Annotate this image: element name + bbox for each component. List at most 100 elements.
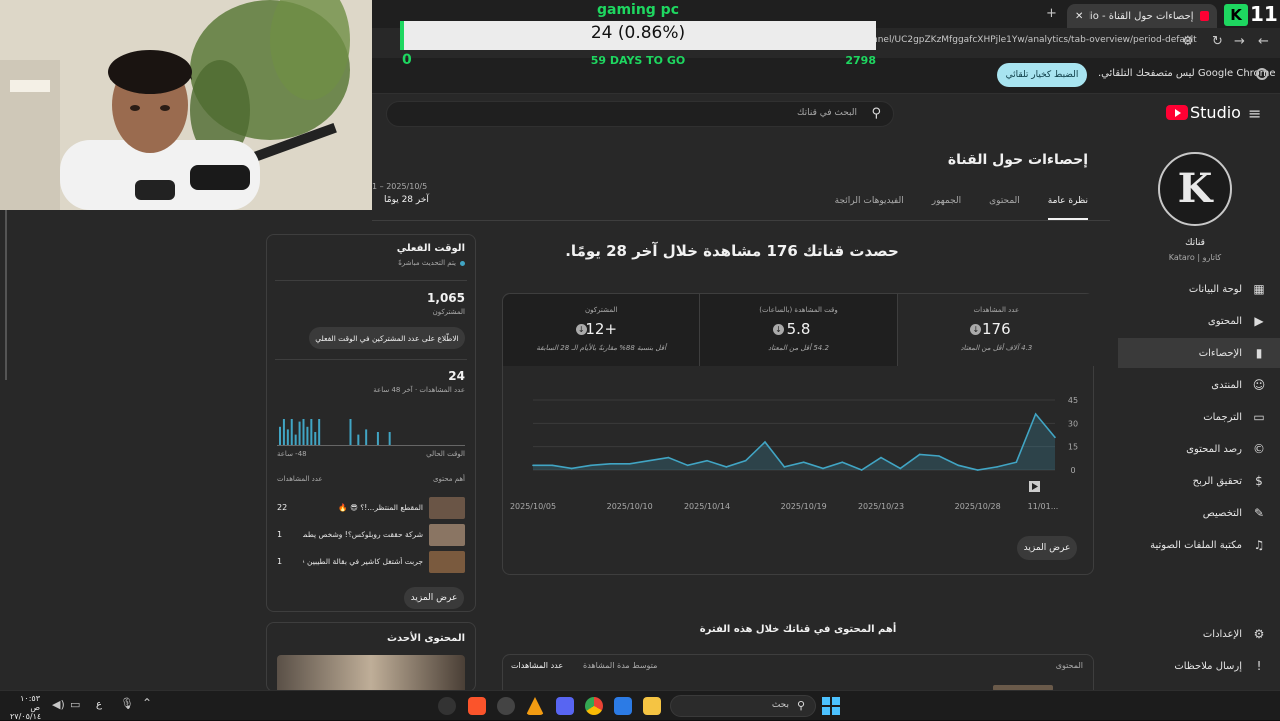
metric-card[interactable]: عدد المشاهدات 176 4.3 آلاف أقل من المعتاد ↓ [897, 294, 1095, 366]
sidebar-item-dashboard[interactable]: لوحة البيانات ▦ [1118, 274, 1280, 304]
sidebar-item-settings[interactable]: الإعدادات ⚙ [1118, 619, 1280, 649]
sidebar-item-feedback[interactable]: إرسال ملاحظات ! [1118, 651, 1280, 681]
audio-library-icon: ♫ [1253, 538, 1265, 552]
realtime-video-row[interactable]: جربت أشتغل كاشير في بقالة الطيبين 😂 ... 1 [275, 551, 467, 575]
realtime-show-more-button[interactable]: عرض المزيد [404, 587, 464, 609]
mic-icon[interactable]: 🎙 [120, 697, 134, 710]
see-live-count-button[interactable]: الاطّلاع على عدد المشتركين في الوقت الفع… [309, 327, 465, 349]
menu-icon[interactable]: ≡ [1248, 104, 1261, 123]
new-tab-icon[interactable]: + [1046, 6, 1057, 21]
video-views: 1 [277, 530, 283, 539]
realtime-views-label: عدد المشاهدات · آخر 48 ساعة [373, 386, 465, 394]
latest-content-title: المحتوى الأحدث [387, 633, 465, 644]
tab-trending[interactable]: الفيديوهات الرائجة [835, 196, 904, 220]
reload-icon[interactable]: ↻ [1212, 34, 1223, 49]
metric-card[interactable]: وقت المشاهدة (بالساعات) 5.8 54.2 أقل من ال… [700, 294, 898, 366]
webcam-image [0, 0, 372, 210]
table-header-content: المحتوى [1055, 661, 1083, 670]
data-point [938, 455, 940, 457]
top-content-title: أهم المحتوى في قناتك خلال هذه الفترة [699, 624, 897, 635]
sidebar-item-audio-library[interactable]: مكتبة الملفات الصوتية ♫ [1118, 530, 1280, 560]
volume-icon[interactable]: ◀) [52, 698, 65, 711]
sidebar-item-community[interactable]: المنتدى ☺ [1118, 370, 1280, 400]
video-thumbnail [429, 497, 465, 519]
data-point [880, 456, 882, 459]
stream-goal-overlay: gaming pc 24 (0.86%) 0 59 DAYS TO GO 279… [400, 0, 876, 70]
close-tab-icon[interactable]: ✕ [1075, 11, 1083, 22]
video-thumbnail [429, 551, 465, 573]
url-text[interactable]: nnel/UC2gpZKzMfggafcXHPjle1Yw/analytics/… [872, 35, 1197, 45]
sidebar-item-customization[interactable]: التخصيص ✎ [1118, 498, 1280, 528]
search-icon: ⚲ [796, 699, 805, 712]
app-icon-github[interactable] [497, 697, 515, 715]
date-label[interactable]: آخر 28 يومًا [384, 195, 429, 205]
youtube-logo-icon[interactable] [1166, 105, 1188, 120]
browser-tab[interactable]: إحصاءات حول القناة - YouTube Studio ✕ [1067, 4, 1217, 28]
data-point [725, 466, 728, 468]
data-point [957, 464, 960, 467]
tab-audience[interactable]: الجمهور [932, 196, 961, 220]
show-more-button[interactable]: عرض المزيد [1017, 536, 1077, 560]
goal-value: 24 (0.86%) [590, 23, 686, 43]
app-icon-vlc[interactable] [526, 697, 544, 715]
metric-sub: أقل بنسبة 88% مقارنةً بالأيام الـ 28 الس… [536, 344, 667, 352]
x-tick-label: 2025/10/19 [781, 502, 827, 511]
app-icon-obs[interactable] [438, 697, 456, 715]
realtime-video-row[interactable]: المقطع المنتظر...!؟ 😎 🔥 22 [275, 497, 467, 521]
sidebar-item-subtitles[interactable]: الترجمات ▭ [1118, 402, 1280, 432]
clock-time: ١٠:٥٣ ص [20, 694, 40, 712]
live-indicator: يتم التحديث مباشرةً [398, 259, 465, 267]
data-point [764, 441, 766, 443]
realtime-bar [318, 419, 321, 445]
metric-card[interactable]: المشتركون +12 أقل بنسبة 88% مقارنةً بالأيا… [503, 294, 701, 366]
search-box[interactable]: ⚲ البحث في قناتك [386, 101, 894, 127]
subscribers-value: 1,065 [427, 291, 465, 305]
x-tick-label: 2025/10/28 [955, 502, 1001, 511]
overview-card: عدد المشاهدات 176 4.3 آلاف أقل من المعتاد ↓… [502, 293, 1095, 575]
app-icon-explorer[interactable] [643, 697, 661, 715]
sidebar-item-content[interactable]: المحتوى ▶ [1118, 306, 1280, 336]
tray-expand-icon[interactable]: ⌃ [142, 696, 152, 710]
tune-icon[interactable]: ⚙ [1182, 34, 1194, 49]
data-point [628, 462, 631, 465]
latest-video-thumbnail[interactable] [277, 655, 465, 693]
sidebar-item-copyright[interactable]: رصد المحتوى © [1118, 434, 1280, 464]
windows-start-icon[interactable] [822, 697, 840, 715]
channel-avatar[interactable]: K [1158, 152, 1232, 226]
realtime-axis [277, 445, 465, 446]
network-icon[interactable]: ▭ [70, 698, 80, 711]
sidebar-item-label: التخصيص [1202, 507, 1242, 519]
webcam-feed [0, 0, 372, 210]
realtime-bar [282, 419, 285, 445]
tab-content[interactable]: المحتوى [989, 196, 1020, 220]
tab-overview[interactable]: نظرة عامة [1047, 196, 1088, 220]
forward-icon[interactable]: → [1234, 34, 1245, 49]
studio-header: ⚲ البحث في قناتك Studio ≡ [372, 94, 1280, 136]
taskbar-search[interactable]: ⚲ بحث [670, 695, 816, 717]
date-range[interactable]: 2025/10/5 – 1 [372, 182, 427, 191]
sidebar-item-earn[interactable]: تحقيق الربح $ [1118, 466, 1280, 496]
clock[interactable]: ١٠:٥٣ ص ٢٧/٠٥/١٤ [10, 694, 41, 721]
realtime-video-row[interactable]: شركة حققت روبلوكس؟! وشخص يطمن ... 1 [275, 524, 467, 548]
scrollbar[interactable] [5, 210, 7, 380]
data-point [1054, 436, 1056, 439]
data-point [918, 453, 921, 456]
channel-label: قناتك [1185, 238, 1205, 248]
app-icon-chrome[interactable] [585, 697, 603, 715]
data-point [976, 469, 979, 471]
language-indicator[interactable]: ع [96, 699, 102, 710]
y-tick-label: 45 [1068, 396, 1078, 405]
divider [275, 359, 467, 360]
app-icon-brave[interactable] [468, 697, 486, 715]
data-point [822, 467, 824, 470]
sidebar-item-analytics[interactable]: الإحصاءات ▮ [1118, 338, 1280, 368]
sidebar-item-label: المحتوى [1207, 315, 1242, 327]
goal-badge: 11 [1250, 2, 1278, 26]
app-icon-discord[interactable] [556, 697, 574, 715]
views-col-label: عدد المشاهدات [277, 475, 323, 483]
y-tick-label: 15 [1068, 443, 1078, 452]
realtime-bar [365, 429, 368, 445]
back-icon[interactable]: ← [1258, 34, 1269, 49]
set-default-button[interactable]: الضبط كخيار تلقائي [997, 63, 1087, 87]
app-icon-store[interactable] [614, 697, 632, 715]
